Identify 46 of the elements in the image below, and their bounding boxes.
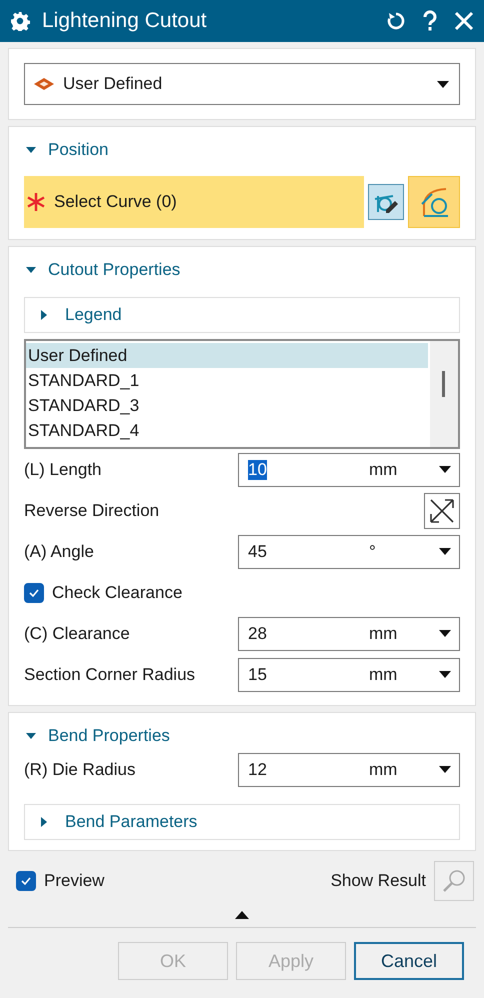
bend-parameters-header[interactable]: Bend Parameters [24,804,460,840]
section-header[interactable]: Bend Properties [24,723,460,749]
dialog-button[interactable]: Cancel [354,942,464,980]
check-icon [20,875,32,887]
input-field[interactable]: 12 mm [238,752,460,786]
collapse-arrow-icon[interactable] [235,911,249,919]
gear-icon [10,11,30,31]
close-icon[interactable] [454,11,474,31]
checkbox[interactable] [24,582,44,602]
section-header[interactable]: Cutout Properties [24,257,460,283]
type-dropdown[interactable]: User Defined [24,63,460,105]
show-result-label: Show Result [330,871,426,891]
sketch-button[interactable] [368,184,404,220]
input-field[interactable]: 45 ° [238,534,460,568]
input-field[interactable]: 15 mm [238,658,460,692]
check-icon [28,586,40,598]
list-item[interactable]: STANDARD_3 [26,393,428,418]
input-field[interactable]: 10 mm [238,452,460,486]
caret-icon [439,671,451,678]
help-icon[interactable] [422,10,438,32]
reverse-direction-button[interactable] [424,492,460,528]
caret-icon [437,80,449,88]
caret-icon [439,548,451,555]
field-label: Section Corner Radius [24,664,196,684]
list-item[interactable]: STANDARD_4 [26,418,428,443]
field-label: (A) Angle [24,542,95,562]
list-item[interactable]: User Defined [26,343,428,368]
checkbox-label: Check Clearance [52,582,184,602]
legend-header[interactable]: Legend [24,297,460,333]
field-label: (R) Die Radius [24,760,136,780]
checkbox-label: Preview [44,871,104,891]
reset-icon[interactable] [386,11,406,31]
checkbox[interactable] [16,871,36,891]
field-label: Reverse Direction [24,500,160,520]
window-title: Lightening Cutout [42,9,208,33]
section-header[interactable]: Position [24,137,460,163]
caret-icon [439,466,451,473]
list-item[interactable]: STANDARD_1 [26,368,428,393]
input-field[interactable]: 28 mm [238,616,460,650]
caret-icon [439,766,451,773]
caret-icon [439,630,451,637]
diamond-icon [33,77,55,91]
scrollbar[interactable] [430,341,458,447]
field-label: (C) Clearance [24,624,131,644]
select-curve-bar[interactable]: Select Curve (0) [24,176,364,228]
field-label: (L) Length [24,460,102,480]
